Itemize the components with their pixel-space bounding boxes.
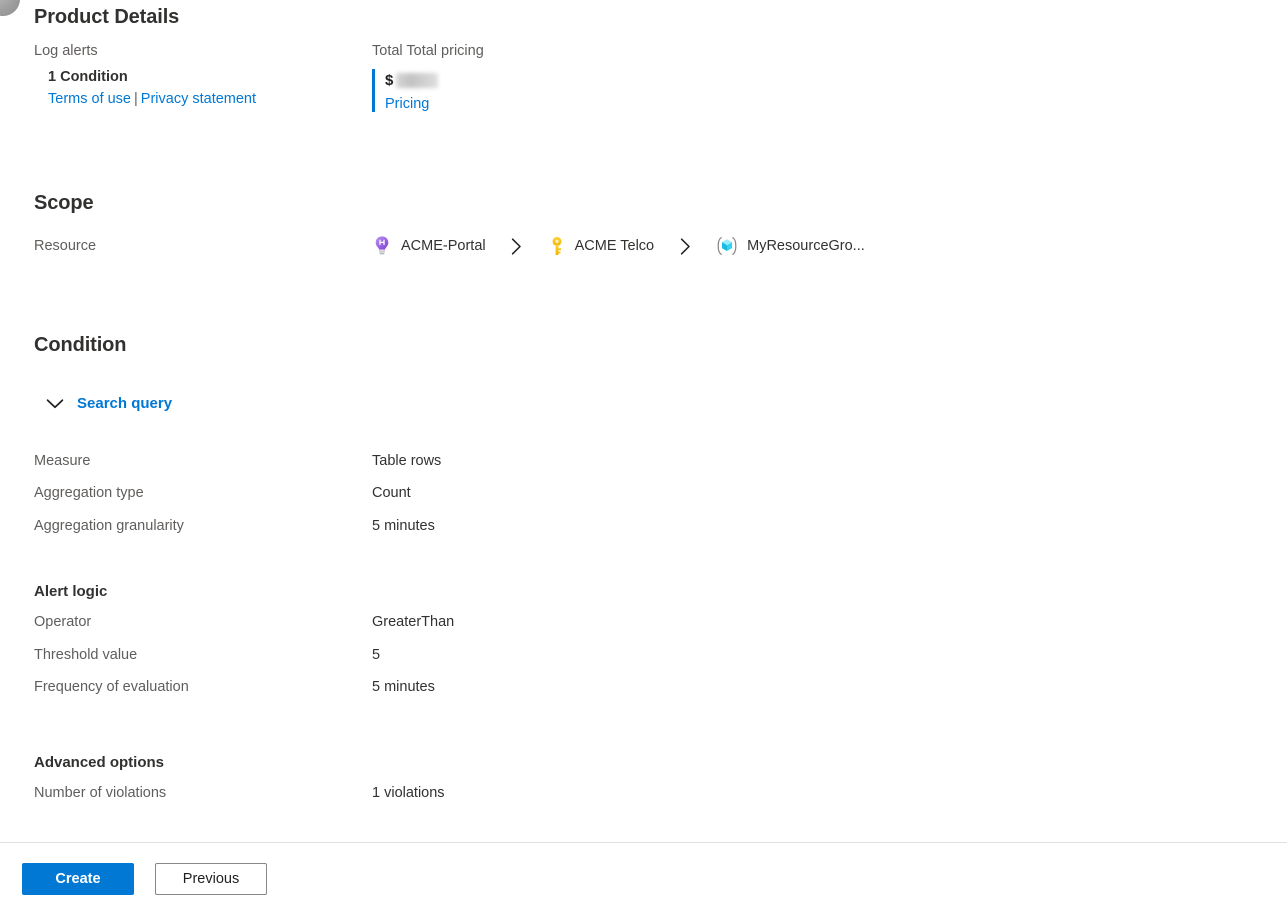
breadcrumb-label-workspace: ACME-Portal [401, 238, 486, 254]
review-create-page: Product Details Log alerts 1 Condition T… [0, 0, 1287, 915]
key-icon [548, 235, 566, 257]
threshold-value-value: 5 [372, 646, 381, 663]
privacy-statement-link[interactable]: Privacy statement [141, 91, 256, 107]
alert-logic-heading: Alert logic [34, 583, 108, 600]
frequency-of-evaluation-value: 5 minutes [372, 679, 435, 695]
lightbulb-icon [372, 235, 392, 257]
table-row: Aggregation granularity 5 minutes [34, 518, 1264, 551]
aggregation-type-value: Count [372, 485, 411, 501]
link-separator: | [134, 91, 138, 107]
pricing-box: $ Pricing [372, 69, 772, 112]
currency-symbol: $ [385, 71, 394, 89]
search-query-label: Search query [77, 395, 173, 412]
create-button[interactable]: Create [22, 863, 134, 895]
condition-heading: Condition [34, 334, 127, 356]
table-row: Frequency of evaluation 5 minutes [34, 679, 1264, 712]
breadcrumb-item-subscription[interactable]: ACME Telco [548, 235, 655, 257]
advanced-options-table: Number of violations 1 violations [34, 785, 1264, 818]
operator-key: Operator [34, 614, 92, 630]
pricing-link[interactable]: Pricing [385, 96, 772, 112]
table-row: Number of violations 1 violations [34, 785, 1264, 818]
table-row: Aggregation type Count [34, 485, 1264, 518]
aggregation-type-key: Aggregation type [34, 485, 144, 501]
number-of-violations-value: 1 violations [372, 784, 445, 801]
condition-count-value: 1 Condition [48, 69, 128, 85]
frequency-of-evaluation-key: Frequency of evaluation [34, 679, 189, 695]
resource-group-icon [716, 235, 738, 257]
scope-breadcrumb: ACME-Portal ACME Telco MyResourceGro... [372, 235, 865, 257]
search-query-expander[interactable]: Search query [46, 395, 172, 412]
condition-section: Condition Search query Measure Table row… [34, 334, 1264, 817]
log-alerts-label: Log alerts [34, 43, 98, 59]
measure-key: Measure [34, 452, 91, 469]
scope-section: Scope Resource ACME-Portal ACME Telco My… [34, 192, 1264, 257]
aggregation-granularity-value: 5 minutes [372, 517, 435, 534]
product-details-heading: Product Details [34, 6, 180, 28]
aggregation-granularity-key: Aggregation granularity [34, 517, 184, 534]
breadcrumb-label-resource-group: MyResourceGro... [747, 238, 865, 254]
chevron-right-icon [511, 237, 522, 255]
page-content: Product Details Log alerts 1 Condition T… [0, 0, 1287, 842]
measure-value: Table rows [372, 452, 442, 469]
table-row: Measure Table rows [34, 453, 1264, 486]
chevron-down-icon [46, 398, 64, 410]
table-row: Operator GreaterThan [34, 614, 1264, 647]
price-amount-row: $ [385, 69, 772, 91]
resource-label: Resource [34, 238, 97, 254]
scope-heading: Scope [34, 192, 94, 214]
advanced-options-heading: Advanced options [34, 753, 165, 771]
table-row: Threshold value 5 [34, 647, 1264, 680]
breadcrumb-item-workspace[interactable]: ACME-Portal [372, 235, 486, 257]
alert-logic-table: Operator GreaterThan Threshold value 5 F… [34, 614, 1264, 712]
redacted-price-value [396, 72, 439, 88]
legal-links-row: Terms of use | Privacy statement [48, 90, 372, 108]
scope-resource-row: Resource ACME-Portal ACME Telco MyResour… [34, 235, 1264, 257]
breadcrumb-label-subscription: ACME Telco [574, 238, 655, 254]
product-details-grid: Log alerts 1 Condition Terms of use | Priv… [34, 43, 1264, 112]
previous-button[interactable]: Previous [155, 863, 267, 895]
product-details-section: Product Details Log alerts 1 Condition T… [34, 6, 1264, 112]
page-footer: Create Previous [0, 843, 1287, 915]
operator-value: GreaterThan [372, 614, 455, 630]
product-details-right-column: Total Total pricing $ Pricing [372, 43, 772, 112]
measure-table: Measure Table rows Aggregation type Coun… [34, 453, 1264, 551]
number-of-violations-key: Number of violations [34, 784, 167, 801]
product-details-left-column: Log alerts 1 Condition Terms of use | Priv… [34, 43, 372, 112]
threshold-value-key: Threshold value [34, 646, 138, 663]
breadcrumb-separator-2 [654, 237, 716, 255]
breadcrumb-item-resource-group[interactable]: MyResourceGro... [716, 235, 865, 257]
terms-of-use-link[interactable]: Terms of use [48, 91, 131, 107]
breadcrumb-separator-1 [486, 237, 548, 255]
total-pricing-label: Total Total pricing [372, 43, 484, 59]
chevron-right-icon [680, 237, 691, 255]
